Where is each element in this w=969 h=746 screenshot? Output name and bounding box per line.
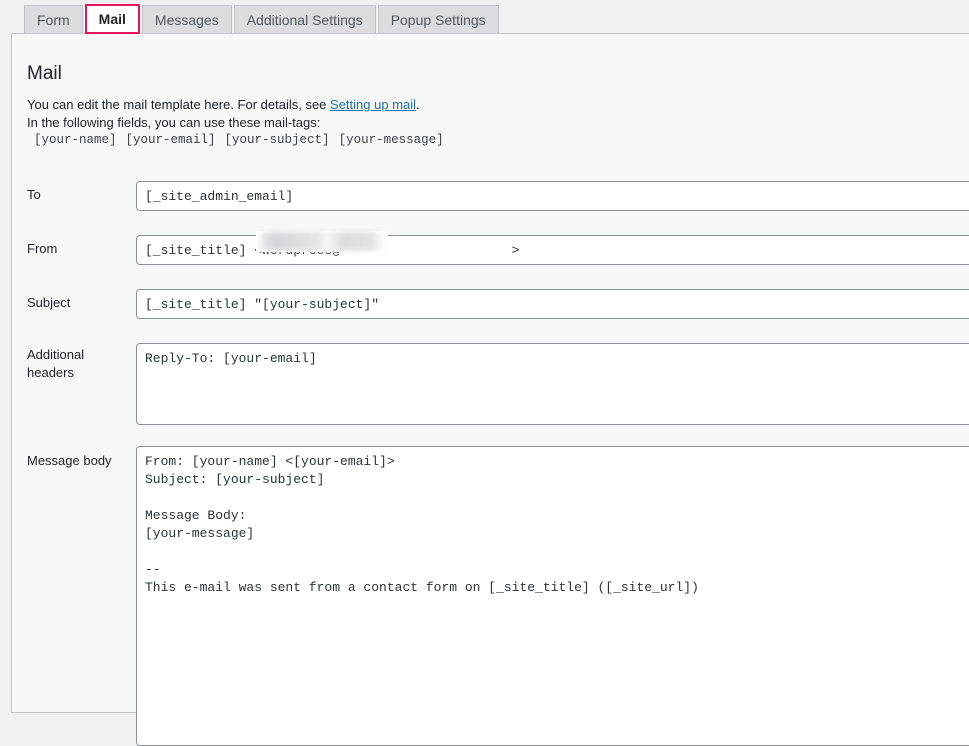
from-field-wrap	[136, 235, 969, 265]
mail-tag-your-name: [your-name]	[34, 133, 117, 147]
mail-tag-your-subject: [your-subject]	[225, 133, 330, 147]
mail-settings-panel: Mail You can edit the mail template here…	[11, 33, 969, 713]
tab-messages[interactable]: Messages	[142, 5, 232, 34]
description-line-1: You can edit the mail template here. For…	[27, 96, 420, 114]
message-body-textarea[interactable]: From: [your-name] <[your-email]> Subject…	[136, 446, 969, 746]
subject-field-wrap	[136, 289, 969, 319]
description-text: You can edit the mail template here. For…	[27, 97, 330, 112]
message-body-wrap: From: [your-name] <[your-email]> Subject…	[136, 446, 969, 746]
label-additional-headers-line2: headers	[27, 364, 137, 382]
mail-tags-list: [your-name] [your-email] [your-subject] [yo…	[34, 133, 453, 147]
description-line-2: In the following fields, you can use the…	[27, 114, 420, 132]
additional-headers-textarea[interactable]: Reply-To: [your-email]	[136, 343, 969, 425]
page-title: Mail	[27, 63, 62, 86]
mail-tag-your-message: [your-message]	[339, 133, 444, 147]
tab-form[interactable]: Form	[24, 5, 83, 34]
label-subject: Subject	[27, 294, 137, 312]
description-period: .	[416, 97, 420, 112]
tab-popup-settings[interactable]: Popup Settings	[378, 5, 499, 34]
label-additional-headers: Additional headers	[27, 346, 137, 382]
tab-mail[interactable]: Mail	[85, 4, 140, 34]
label-to: To	[27, 186, 137, 204]
subject-input[interactable]	[136, 289, 969, 319]
panel-description: You can edit the mail template here. For…	[27, 96, 420, 132]
label-from: From	[27, 240, 137, 258]
tab-additional-settings[interactable]: Additional Settings	[234, 5, 376, 34]
setting-up-mail-link[interactable]: Setting up mail	[330, 97, 416, 112]
tab-list: Form Mail Messages Additional Settings P…	[24, 4, 501, 34]
label-message-body: Message body	[27, 452, 147, 470]
settings-tab-bar: Form Mail Messages Additional Settings P…	[0, 0, 969, 34]
from-input[interactable]	[136, 235, 969, 265]
additional-headers-wrap: Reply-To: [your-email]	[136, 343, 969, 425]
to-input[interactable]	[136, 181, 969, 211]
mail-tag-your-email: [your-email]	[126, 133, 216, 147]
label-additional-headers-line1: Additional	[27, 346, 137, 364]
to-field-wrap	[136, 181, 969, 211]
